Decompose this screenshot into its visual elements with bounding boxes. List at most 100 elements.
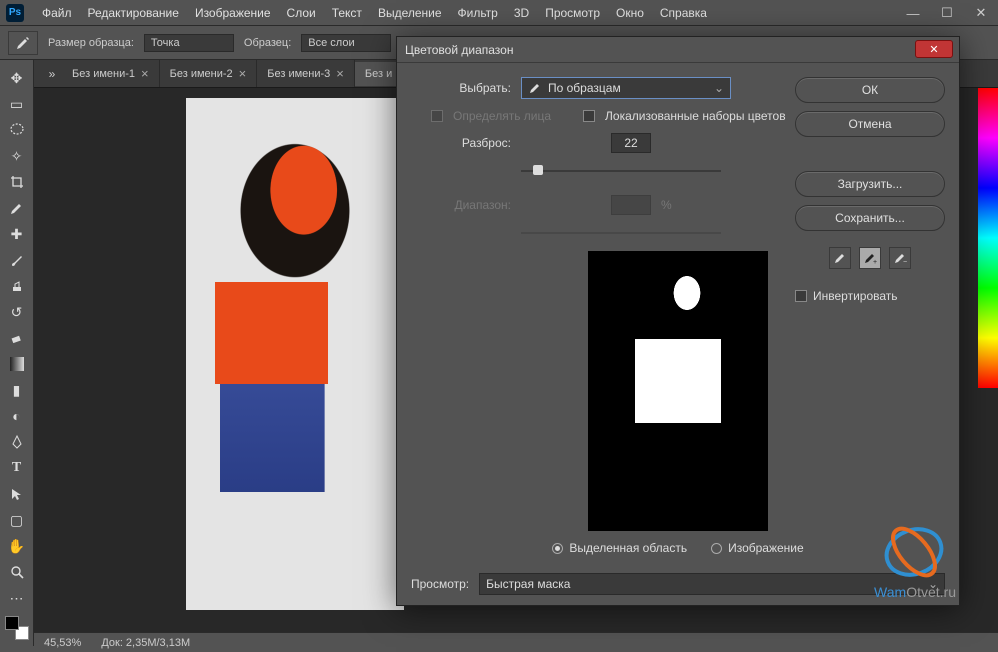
path-select-tool-icon[interactable] xyxy=(4,482,30,506)
eyedropper-buttons: + − xyxy=(795,247,945,269)
eyedropper-add-icon[interactable]: + xyxy=(859,247,881,269)
menu-image[interactable]: Изображение xyxy=(187,2,279,24)
move-tool-icon[interactable]: ✥ xyxy=(4,66,30,90)
document-tab[interactable]: Без имени-1× xyxy=(62,60,160,87)
sample-size-label: Размер образца: xyxy=(48,37,134,49)
menu-bar: Ps Файл Редактирование Изображение Слои … xyxy=(0,0,998,26)
detect-faces-checkbox xyxy=(431,110,443,122)
menu-filter[interactable]: Фильтр xyxy=(450,2,506,24)
menu-edit[interactable]: Редактирование xyxy=(80,2,187,24)
rectangle-tool-icon[interactable]: ▢ xyxy=(4,508,30,532)
range-slider xyxy=(521,225,721,241)
foreground-background-swatch[interactable] xyxy=(5,616,29,640)
document-tab[interactable]: Без имени-3× xyxy=(257,60,355,87)
chevron-down-icon: ⌄ xyxy=(714,81,724,95)
ok-button[interactable]: ОК xyxy=(795,77,945,103)
fuzziness-label: Разброс: xyxy=(411,136,511,150)
menu-window[interactable]: Окно xyxy=(608,2,652,24)
dodge-tool-icon[interactable]: ◐ xyxy=(4,404,30,428)
type-tool-icon[interactable]: T xyxy=(4,456,30,480)
load-button[interactable]: Загрузить... xyxy=(795,171,945,197)
eyedropper-icon xyxy=(528,81,542,95)
zoom-tool-icon[interactable] xyxy=(4,560,30,584)
pen-tool-icon[interactable] xyxy=(4,430,30,454)
svg-text:+: + xyxy=(873,259,877,265)
menu-3d[interactable]: 3D xyxy=(506,2,537,24)
color-panel-strip xyxy=(978,88,998,608)
preview-mode-label: Просмотр: xyxy=(411,577,469,591)
localized-colors-label: Локализованные наборы цветов xyxy=(605,109,786,123)
history-brush-tool-icon[interactable]: ↺ xyxy=(4,300,30,324)
save-button[interactable]: Сохранить... xyxy=(795,205,945,231)
invert-checkbox[interactable] xyxy=(795,290,807,302)
canvas-image xyxy=(186,98,404,610)
hue-strip[interactable] xyxy=(978,88,998,388)
select-label: Выбрать: xyxy=(411,81,511,95)
dialog-close-button[interactable]: ✕ xyxy=(915,40,953,58)
menu-help[interactable]: Справка xyxy=(652,2,715,24)
close-icon[interactable]: × xyxy=(336,66,344,81)
preview-mask-image xyxy=(588,251,768,531)
close-icon[interactable]: × xyxy=(141,66,149,81)
svg-text:−: − xyxy=(903,259,907,265)
tools-panel: ✥ ▭ ✧ ✚ ↺ ▮ ◐ T ▢ ✋ ⋯ xyxy=(0,60,34,646)
fuzziness-slider[interactable] xyxy=(521,163,721,179)
fuzziness-input[interactable] xyxy=(611,133,651,153)
eyedropper-preview-icon[interactable] xyxy=(8,31,38,55)
photoshop-logo-icon: Ps xyxy=(6,4,24,22)
close-icon[interactable]: × xyxy=(239,66,247,81)
hand-tool-icon[interactable]: ✋ xyxy=(4,534,30,558)
watermark-logo-icon xyxy=(874,522,954,582)
quick-select-tool-icon[interactable]: ✧ xyxy=(4,144,30,168)
gradient-tool-icon[interactable] xyxy=(4,352,30,376)
close-button[interactable]: ✕ xyxy=(964,0,998,26)
menu-select[interactable]: Выделение xyxy=(370,2,450,24)
lasso-tool-icon[interactable] xyxy=(4,118,30,142)
selection-preview[interactable] xyxy=(588,251,768,531)
brush-tool-icon[interactable] xyxy=(4,248,30,272)
document-tab[interactable]: Без имени-2× xyxy=(160,60,258,87)
sample-source-label: Образец: xyxy=(244,37,291,49)
color-range-dialog: Цветовой диапазон ✕ Выбрать: По образцам… xyxy=(396,36,960,606)
detect-faces-label: Определять лица xyxy=(453,109,551,123)
crop-tool-icon[interactable] xyxy=(4,170,30,194)
edit-toolbar-icon[interactable]: ⋯ xyxy=(4,586,30,610)
range-input xyxy=(611,195,651,215)
blur-tool-icon[interactable]: ▮ xyxy=(4,378,30,402)
menu-layer[interactable]: Слои xyxy=(279,2,324,24)
document-size: Док: 2,35M/3,13M xyxy=(101,637,190,649)
sample-source-select[interactable]: Все слои xyxy=(301,34,391,52)
radio-icon xyxy=(711,543,722,554)
minimize-button[interactable]: — xyxy=(896,0,930,26)
radio-icon xyxy=(552,543,563,554)
sample-size-select[interactable]: Точка xyxy=(144,34,234,52)
zoom-level[interactable]: 45,53% xyxy=(44,637,81,649)
tabs-menu-icon[interactable]: » xyxy=(42,67,62,81)
range-unit: % xyxy=(661,198,672,212)
radio-image[interactable]: Изображение xyxy=(711,541,804,555)
dialog-title-text: Цветовой диапазон xyxy=(405,43,513,57)
healing-brush-tool-icon[interactable]: ✚ xyxy=(4,222,30,246)
invert-row[interactable]: Инвертировать xyxy=(795,289,945,303)
radio-selection[interactable]: Выделенная область xyxy=(552,541,687,555)
maximize-button[interactable]: ☐ xyxy=(930,0,964,26)
range-label: Диапазон: xyxy=(411,198,511,212)
marquee-tool-icon[interactable]: ▭ xyxy=(4,92,30,116)
watermark: WamOtvet.ru xyxy=(874,522,956,602)
cancel-button[interactable]: Отмена xyxy=(795,111,945,137)
localized-colors-checkbox[interactable] xyxy=(583,110,595,122)
menu-view[interactable]: Просмотр xyxy=(537,2,608,24)
menu-type[interactable]: Текст xyxy=(324,2,370,24)
clone-stamp-tool-icon[interactable] xyxy=(4,274,30,298)
eyedropper-subtract-icon[interactable]: − xyxy=(889,247,911,269)
eraser-tool-icon[interactable] xyxy=(4,326,30,350)
eyedropper-tool-icon[interactable] xyxy=(4,196,30,220)
invert-label: Инвертировать xyxy=(813,289,898,303)
dialog-titlebar[interactable]: Цветовой диапазон ✕ xyxy=(397,37,959,63)
window-controls: — ☐ ✕ xyxy=(896,0,998,26)
eyedropper-sample-icon[interactable] xyxy=(829,247,851,269)
select-dropdown[interactable]: По образцам ⌄ xyxy=(521,77,731,99)
status-bar: 45,53% Док: 2,35M/3,13M xyxy=(34,632,998,652)
document-canvas[interactable] xyxy=(186,98,404,610)
menu-file[interactable]: Файл xyxy=(34,2,80,24)
